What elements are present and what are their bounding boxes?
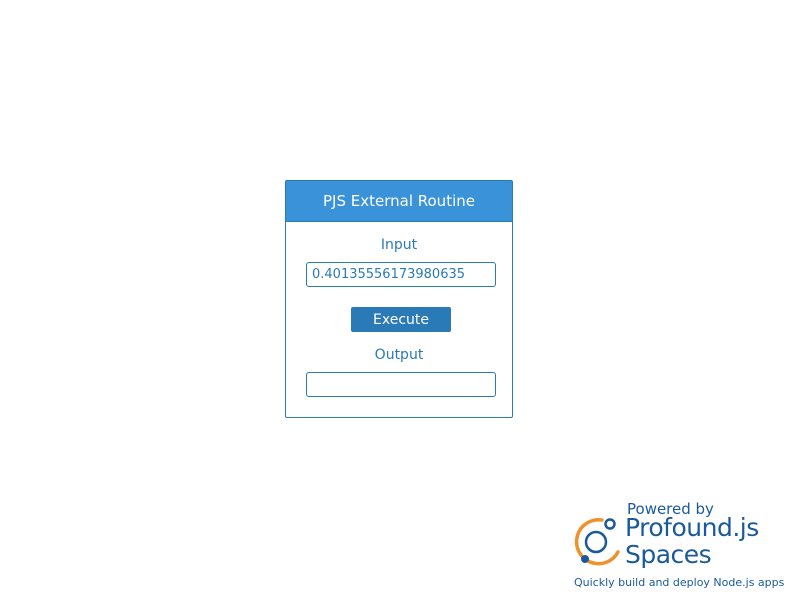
output-field[interactable] xyxy=(306,372,496,397)
powered-by-branding[interactable]: Powered by Profound.js Spaces Quickly bu… xyxy=(572,500,794,592)
panel-title: PJS External Routine xyxy=(286,181,512,222)
execute-button[interactable]: Execute xyxy=(351,307,451,332)
brand-spaces-text: Spaces xyxy=(625,540,712,569)
profound-orbit-logo-icon xyxy=(574,517,620,566)
input-label: Input xyxy=(380,237,418,253)
external-routine-panel: PJS External Routine Input Execute Outpu… xyxy=(285,180,513,418)
brand-tagline: Quickly build and deploy Node.js apps xyxy=(574,576,785,589)
input-field[interactable] xyxy=(306,262,496,287)
brand-name-text: Profound.js xyxy=(625,513,759,542)
page: PJS External Routine Input Execute Outpu… xyxy=(0,0,800,600)
output-label: Output xyxy=(374,347,424,363)
